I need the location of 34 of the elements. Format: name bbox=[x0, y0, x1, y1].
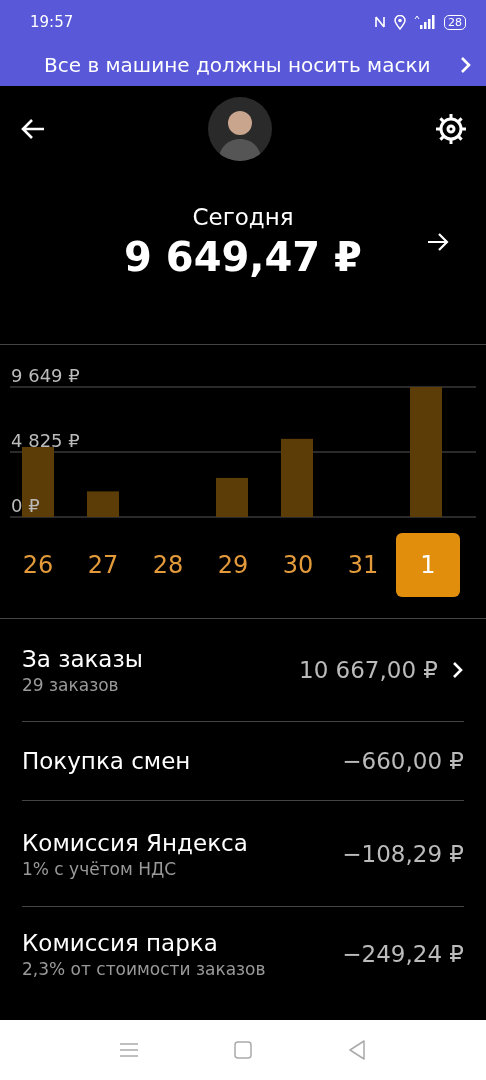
item-amount: 10 667,00 ₽ bbox=[299, 657, 438, 683]
item-amount: −108,29 ₽ bbox=[342, 840, 464, 867]
total-amount: 9 649,47 ₽ bbox=[124, 233, 362, 282]
nfc-icon bbox=[374, 15, 386, 29]
chevron-icon[interactable] bbox=[452, 661, 464, 679]
period-label: Сегодня bbox=[192, 203, 294, 232]
item-title: Комиссия парка bbox=[22, 929, 219, 958]
day-tab[interactable]: 29 bbox=[201, 533, 265, 597]
day-tab[interactable]: 31 bbox=[331, 533, 395, 597]
bar bbox=[22, 446, 54, 517]
battery-icon: 28 bbox=[444, 14, 466, 30]
axis-label: 0 ₽ bbox=[11, 495, 40, 516]
item-subtitle: 1% с учётом НДС bbox=[22, 857, 178, 880]
day-tab[interactable]: 28 bbox=[136, 533, 200, 597]
day-tab[interactable]: 30 bbox=[266, 533, 330, 597]
bar bbox=[87, 491, 119, 517]
item-subtitle: 29 заказов bbox=[22, 674, 120, 696]
item-subtitle: 2,3% от стоимости заказов bbox=[22, 958, 267, 980]
day-tab[interactable]: 27 bbox=[71, 533, 135, 597]
item-amount: −660,00 ₽ bbox=[342, 748, 464, 774]
item-amount: −249,24 ₽ bbox=[342, 941, 464, 967]
settings-icon[interactable] bbox=[434, 112, 468, 146]
item-title: За заказы bbox=[22, 645, 144, 674]
item-title: Покупка смен bbox=[22, 747, 192, 776]
status-time: 19:57 bbox=[30, 13, 74, 31]
signal-icon bbox=[414, 15, 436, 29]
axis-label: 4 825 ₽ bbox=[11, 430, 80, 451]
arrow-right-icon[interactable] bbox=[426, 232, 450, 252]
bar bbox=[216, 477, 248, 517]
axis-label: 9 649 ₽ bbox=[11, 367, 80, 386]
day-tab[interactable]: 26 bbox=[6, 533, 70, 597]
location-icon bbox=[394, 14, 406, 30]
item-title: Комиссия Яндекса bbox=[22, 828, 249, 858]
banner-text[interactable]: Все в машине должны носить маски bbox=[44, 53, 460, 77]
